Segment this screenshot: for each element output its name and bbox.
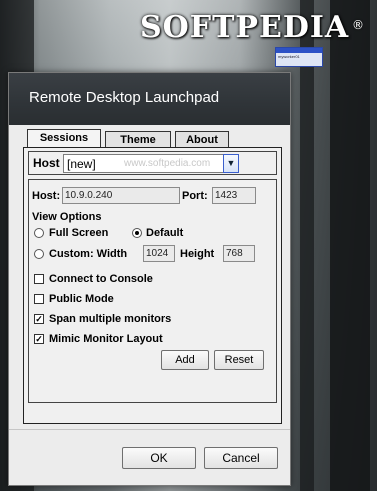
launchpad-window: Remote Desktop Launchpad Sessions Theme … (8, 72, 291, 486)
cancel-button[interactable]: Cancel (204, 447, 278, 469)
host-selector-group: Host [new] www.softpedia.com ▼ (28, 151, 277, 175)
full-screen-label: Full Screen (49, 227, 109, 239)
mini-window-label: myworker01 (278, 54, 300, 59)
mimic-layout-checkbox[interactable]: ✓ (34, 334, 44, 344)
mini-window-thumbnail: myworker01 (275, 47, 323, 67)
span-monitors-checkbox[interactable]: ✓ (34, 314, 44, 324)
tab-theme[interactable]: Theme (105, 131, 171, 147)
height-label: Height (180, 248, 215, 260)
window-title: Remote Desktop Launchpad (29, 89, 220, 106)
mimic-layout-label: Mimic Monitor Layout (49, 333, 163, 345)
width-field[interactable]: 1024 (143, 245, 175, 262)
public-mode-checkbox[interactable] (34, 294, 44, 304)
port-field[interactable]: 1423 (212, 187, 256, 204)
tree-trunk-far-right (330, 0, 370, 491)
height-field[interactable]: 768 (223, 245, 255, 262)
softpedia-watermark-text: www.softpedia.com (124, 158, 211, 169)
tree-trunk-right (300, 0, 314, 491)
host-combobox[interactable]: [new] www.softpedia.com ▼ (63, 154, 239, 173)
default-radio[interactable] (132, 228, 142, 238)
host-combobox-value: [new] (67, 157, 96, 171)
host-address-field[interactable]: 10.9.0.240 (62, 187, 180, 204)
add-button[interactable]: Add (161, 350, 209, 370)
title-bar[interactable]: Remote Desktop Launchpad (9, 73, 290, 125)
custom-size-radio[interactable] (34, 249, 44, 259)
tab-sessions[interactable]: Sessions (27, 129, 101, 147)
registered-mark: ® (352, 18, 364, 32)
default-label: Default (146, 227, 184, 239)
dialog-client: Sessions Theme About Host [new] www.soft… (19, 129, 282, 424)
full-screen-radio[interactable] (34, 228, 44, 238)
ok-button[interactable]: OK (122, 447, 196, 469)
view-options-label: View Options (32, 211, 102, 223)
footer-divider (9, 429, 290, 430)
port-label: Port: (182, 190, 208, 202)
connect-console-checkbox[interactable] (34, 274, 44, 284)
connect-console-label: Connect to Console (49, 273, 153, 285)
sessions-panel: Host [new] www.softpedia.com ▼ Host: 10.… (23, 147, 282, 424)
custom-width-label: Custom: Width (49, 248, 128, 260)
session-settings-group: Host: 10.9.0.240 Port: 1423 View Options… (28, 179, 277, 403)
reset-button[interactable]: Reset (214, 350, 264, 370)
public-mode-label: Public Mode (49, 293, 114, 305)
host-address-label: Host: (32, 190, 61, 202)
chevron-down-icon[interactable]: ▼ (223, 154, 239, 173)
span-monitors-label: Span multiple monitors (49, 313, 172, 325)
host-label: Host (33, 156, 60, 170)
softpedia-logo: SOFTPEDIA (140, 10, 350, 45)
tab-about[interactable]: About (175, 131, 229, 147)
